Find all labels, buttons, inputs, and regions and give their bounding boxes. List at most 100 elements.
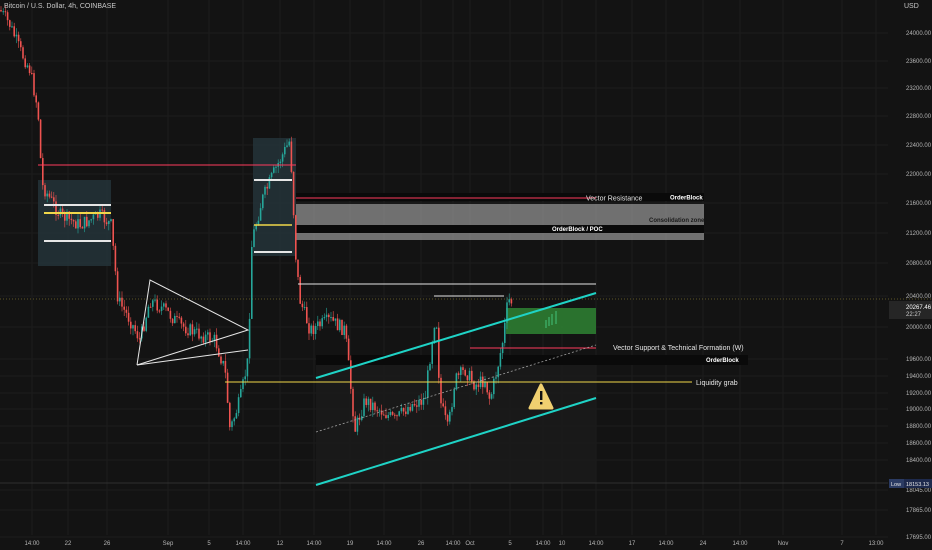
candle-body (152, 300, 154, 307)
candle-body (284, 146, 286, 155)
vector-support-label: Vector Support & Technical Formation (W) (613, 345, 744, 352)
candle-body (70, 218, 73, 221)
candle-body (233, 418, 235, 422)
candle-body (424, 397, 427, 400)
time-tick-label: 14:00 (24, 541, 40, 547)
price-chart[interactable]: Vector Resistance OrderBlock Consolidati… (0, 0, 932, 550)
candle-body (149, 306, 152, 308)
candle-body (442, 403, 444, 407)
price-tick-label: 21600.00 (906, 201, 932, 207)
vector-resistance-label: Vector Resistance (586, 196, 643, 203)
candle-body (488, 392, 491, 399)
candle-body (33, 73, 35, 96)
candle-body (433, 327, 436, 343)
candle-body (229, 402, 231, 428)
candle-body (136, 331, 139, 339)
orderblock-poc-band (296, 225, 704, 233)
candle-body (499, 353, 502, 367)
candle-body (235, 413, 238, 419)
candle-body (352, 388, 354, 417)
candle-body (286, 145, 288, 147)
candle-body (90, 219, 92, 221)
candle-body (101, 209, 103, 211)
candle-body (477, 384, 480, 387)
candle-body (303, 307, 306, 309)
candle-body (339, 319, 341, 331)
candle-body (123, 306, 125, 310)
candle-body (493, 378, 495, 395)
candle-body (411, 403, 414, 411)
candle-body (178, 316, 180, 318)
candle-body (215, 334, 218, 349)
candle-body (292, 171, 295, 216)
candle-body (6, 12, 9, 21)
candle-body (220, 356, 222, 364)
candle-body (77, 219, 79, 229)
candle-body (268, 177, 271, 189)
candle-body (317, 321, 319, 326)
volume-profile-zone-left (38, 180, 111, 266)
candle-body (444, 406, 447, 416)
candle-body (246, 358, 249, 377)
candle-body (198, 328, 200, 339)
candle-body (400, 407, 403, 412)
candle-body (11, 26, 13, 28)
candle-body (367, 398, 370, 405)
candle-body (314, 325, 317, 334)
time-tick-label: 10 (559, 541, 566, 547)
candle-body (72, 220, 75, 222)
candle-body (347, 338, 350, 361)
candle-body (376, 410, 378, 412)
candle-body (86, 216, 88, 227)
time-tick-label: Nov (778, 541, 789, 547)
time-tick-label: 14:00 (376, 541, 392, 547)
candle-body (182, 323, 185, 327)
price-tick-label: 23600.00 (906, 59, 932, 65)
price-tick-label: 18600.00 (906, 441, 932, 447)
candle-body (288, 141, 290, 146)
price-tick-label: 24000.00 (906, 31, 932, 37)
candle-body (105, 222, 108, 225)
candle-body (490, 394, 493, 399)
time-tick-label: 26 (104, 541, 111, 547)
candle-body (17, 34, 20, 42)
candle-body (20, 41, 22, 48)
candle-body (156, 299, 158, 311)
candle-body (244, 376, 246, 380)
time-tick-label: 14:00 (235, 541, 251, 547)
candle-body (145, 317, 147, 331)
candle-body (79, 219, 81, 228)
time-tick-label: 24 (700, 541, 707, 547)
candle-body (48, 193, 51, 197)
candle-body (171, 318, 174, 324)
candle-body (57, 214, 59, 216)
candle-body (468, 370, 471, 381)
candle-body (191, 324, 194, 335)
candle-body (185, 326, 187, 334)
candle-body (15, 34, 18, 37)
candle-body (330, 317, 332, 319)
candle-body (301, 303, 304, 308)
candle-body (0, 10, 2, 12)
candle-body (200, 336, 202, 339)
candle-body (462, 367, 464, 370)
candle-body (323, 317, 326, 319)
candle-body (466, 375, 469, 381)
candle-body (262, 194, 264, 209)
time-tick-label: 22 (65, 541, 72, 547)
candle-body (209, 332, 211, 342)
candle-body (264, 186, 266, 195)
candle-body (108, 221, 110, 225)
candle-body (31, 73, 33, 75)
time-tick-label: 14:00 (732, 541, 748, 547)
price-tick-label: 19600.00 (906, 357, 932, 363)
candle-body (143, 326, 145, 331)
candle-body (26, 65, 29, 68)
price-tick-label: 19400.00 (906, 374, 932, 380)
candle-body (53, 197, 55, 202)
candle-body (497, 366, 499, 378)
candle-body (341, 319, 343, 335)
price-tick-label: 18800.00 (906, 424, 932, 430)
candle-body (396, 415, 398, 417)
candle-body (510, 299, 513, 304)
